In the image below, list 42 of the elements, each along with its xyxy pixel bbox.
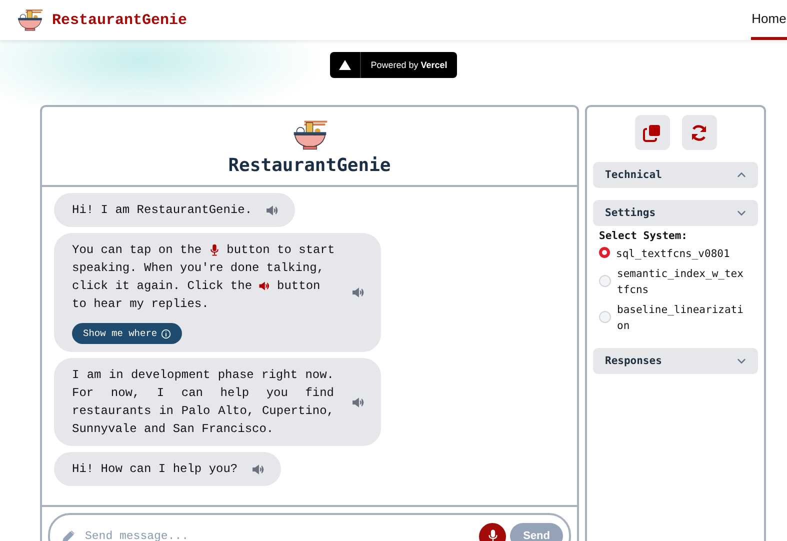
message-text: Hi! I am RestaurantGenie. <box>72 202 252 219</box>
info-icon <box>161 328 172 338</box>
noodle-bowl-icon <box>16 8 44 32</box>
option-label[interactable]: baseline_linearization <box>617 302 747 334</box>
message-text: speaking. When you're done talking, <box>72 260 324 277</box>
copy-icon <box>643 124 661 142</box>
chevron-icon <box>737 210 746 216</box>
message-text: Hi! How can I help you? <box>72 461 238 478</box>
brand-name: RestaurantGenie <box>52 12 188 28</box>
microphone-icon <box>208 244 220 256</box>
message-text: For now, I can help you find <box>72 385 334 402</box>
show-me-where-button[interactable]: Show me where <box>72 323 182 344</box>
message-text: You can tap on the <box>72 242 202 259</box>
speaker-icon <box>352 287 365 298</box>
speaker-icon <box>266 204 280 216</box>
radio-button[interactable] <box>599 247 610 258</box>
microphone-icon <box>488 529 498 541</box>
chevron-icon <box>737 358 746 364</box>
message-text: restaurants in Palo Alto, Cupertino, <box>72 403 334 420</box>
refresh-icon <box>690 124 708 142</box>
message-text: button to start <box>226 242 335 259</box>
accordion-header[interactable]: Technical <box>593 162 758 188</box>
accordion-header[interactable]: Responses <box>593 348 758 374</box>
message-text: Sunnyvale and San Francisco. <box>72 421 274 438</box>
message-text: click it again. Click the <box>72 278 252 295</box>
triangle-icon <box>338 60 351 70</box>
chat-title: RestaurantGenie <box>228 155 391 176</box>
speaker-icon <box>252 464 265 474</box>
pencil-icon <box>62 530 75 541</box>
speaker-icon <box>259 280 270 292</box>
chevron-icon <box>737 172 746 178</box>
message-text: button <box>277 278 320 295</box>
select-system-label: Select System: <box>599 230 689 242</box>
speaker-icon <box>352 396 365 408</box>
option-label[interactable]: sql_textfcns_v0801 <box>616 246 746 262</box>
copy-button[interactable] <box>634 115 670 150</box>
badge-text: Powered by Vercel <box>370 60 448 70</box>
message-text: I am in development phase right now. <box>72 367 334 384</box>
accordion-header[interactable]: Settings <box>593 200 758 226</box>
message-text: to hear my replies. <box>72 296 209 313</box>
refresh-button[interactable] <box>682 115 716 150</box>
powered-by-badge[interactable]: Powered by Vercel <box>330 52 458 78</box>
